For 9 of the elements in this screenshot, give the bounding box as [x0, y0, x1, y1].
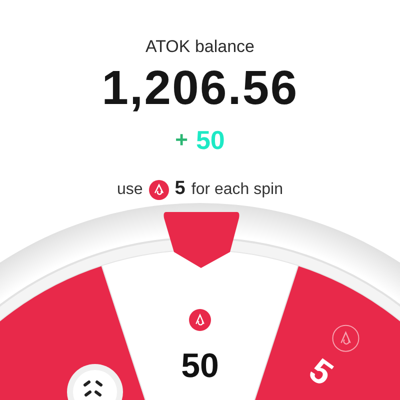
segment-value: 50	[181, 346, 219, 385]
cost-prefix: use	[117, 180, 143, 200]
cost-suffix: for each spin	[191, 180, 283, 200]
balance-label: ATOK balance	[146, 36, 254, 58]
plus-sign: +	[175, 129, 188, 152]
segment-value: 5	[302, 351, 340, 394]
balance-amount: 1,206.56	[102, 65, 298, 114]
cost-amount: 5	[174, 177, 186, 202]
bonus-amount: 50	[196, 127, 225, 154]
